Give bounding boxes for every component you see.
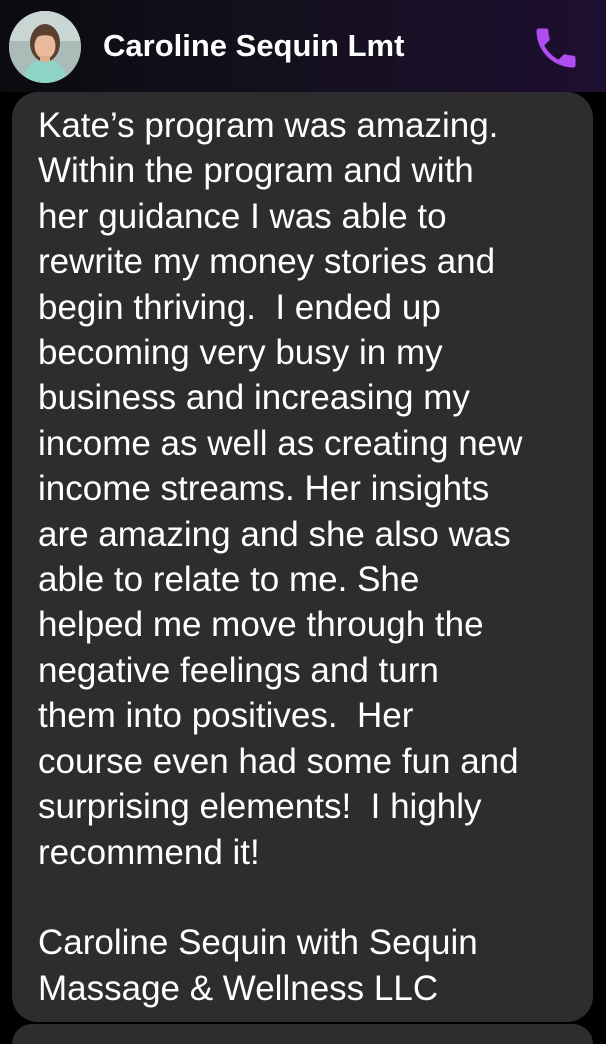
message-line: business and increasing my [38,378,470,418]
message-line: surprising elements! I highly [38,787,482,827]
call-button[interactable] [530,22,582,74]
message-line: helped me move through the [38,605,484,645]
message-bubble[interactable]: Kate’s program was amazing. Within the p… [12,92,593,1022]
message-text: Kate’s program was amazing. Within the p… [38,103,583,1011]
message-line: income as well as creating new [38,423,523,463]
contact-photo-icon [9,11,81,83]
message-line: her guidance I was able to [38,196,447,236]
phone-icon [536,28,576,68]
contact-avatar[interactable] [9,11,81,83]
message-line: recommend it! [38,832,260,872]
conversation-header: Caroline Sequin Lmt [0,0,606,92]
message-line: Massage & Wellness LLC [38,968,439,1008]
message-line: becoming very busy in my [38,333,443,373]
message-line: them into positives. Her [38,696,414,736]
message-line: begin thriving. I ended up [38,287,441,327]
message-line: Within the program and with [38,151,474,191]
next-message-bubble[interactable] [12,1024,593,1044]
message-line: income streams. Her insights [38,469,490,509]
message-line: course even had some fun and [38,741,519,781]
message-line: are amazing and she also was [38,514,511,554]
message-line: Kate’s program was amazing. [38,106,499,145]
message-line: negative feelings and turn [38,650,439,690]
contact-name[interactable]: Caroline Sequin Lmt [103,28,404,64]
message-line: rewrite my money stories and [38,242,496,282]
message-line: Caroline Sequin with Sequin [38,923,478,963]
message-line: able to relate to me. She [38,560,420,600]
